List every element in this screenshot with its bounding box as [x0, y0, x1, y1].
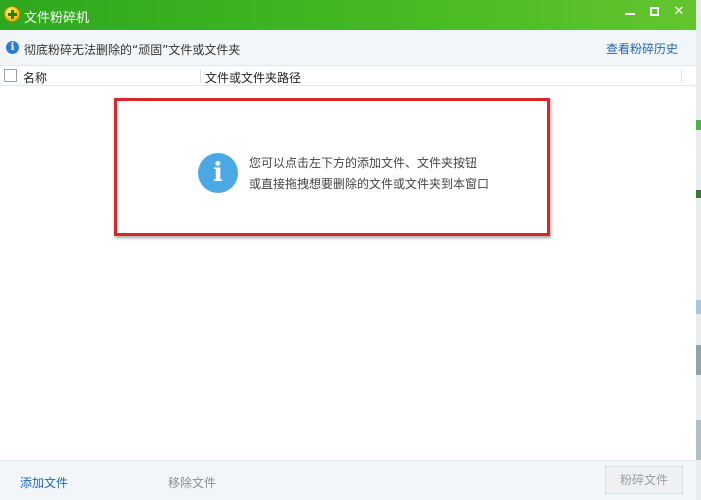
column-divider[interactable] [200, 69, 201, 83]
column-divider[interactable] [681, 69, 682, 83]
add-file-button[interactable]: 添加文件 [20, 474, 68, 491]
list-header: 名称 文件或文件夹路径 [0, 66, 696, 86]
info-bar: i 彻底粉碎无法删除的“顽固”文件或文件夹 查看粉碎历史 [0, 30, 696, 66]
info-description: 彻底粉碎无法删除的“顽固”文件或文件夹 [24, 43, 241, 57]
close-icon: ✕ [673, 4, 685, 19]
file-shredder-window: 文件粉碎机 ✕ i 彻底粉碎无法删除的“顽固”文件或文件夹 查看粉碎历史 名称 … [0, 0, 696, 500]
remove-file-button[interactable]: 移除文件 [168, 474, 216, 491]
view-shred-history-link[interactable]: 查看粉碎历史 [606, 40, 678, 57]
app-logo-icon [4, 6, 20, 22]
minimize-button[interactable] [617, 0, 643, 26]
select-all-checkbox[interactable] [4, 69, 17, 82]
info-icon: i [6, 41, 19, 54]
empty-hint-line-1: 您可以点击左下方的添加文件、文件夹按钮 [249, 156, 478, 170]
title-bar[interactable]: 文件粉碎机 ✕ [0, 0, 696, 30]
close-button[interactable]: ✕ [666, 0, 692, 26]
empty-hint-line-2: 或直接拖拽想要删除的文件或文件夹到本窗口 [249, 177, 490, 191]
window-title: 文件粉碎机 [24, 11, 90, 26]
minimize-icon [625, 13, 635, 15]
footer-toolbar: 添加文件 移除文件 粉碎文件 [0, 460, 696, 500]
info-icon: i [198, 153, 238, 193]
shred-file-button[interactable]: 粉碎文件 [605, 466, 683, 494]
column-header-path[interactable]: 文件或文件夹路径 [205, 69, 301, 86]
column-header-name[interactable]: 名称 [23, 69, 47, 86]
maximize-icon [649, 7, 659, 16]
maximize-button[interactable] [641, 0, 667, 26]
